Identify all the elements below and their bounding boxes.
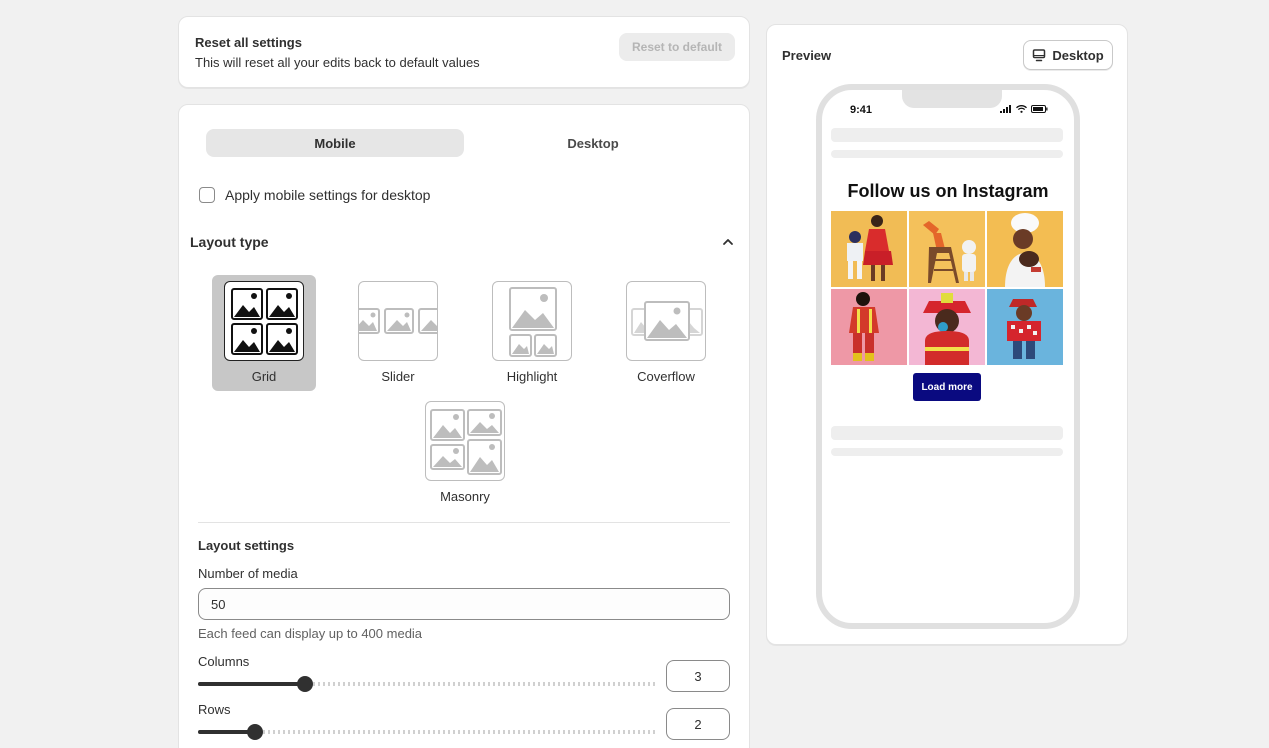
slider-layout-icon	[358, 281, 438, 361]
settings-card: Mobile Desktop Apply mobile settings for…	[178, 104, 750, 748]
reset-title: Reset all settings	[195, 35, 302, 50]
layout-option-label: Grid	[251, 369, 277, 384]
wifi-icon	[1016, 105, 1027, 113]
rows-label: Rows	[198, 702, 231, 717]
reset-description: This will reset all your edits back to d…	[195, 55, 480, 70]
instagram-media-grid	[831, 211, 1063, 365]
columns-value-field[interactable]: 3	[666, 660, 730, 692]
instagram-media-tile[interactable]	[909, 211, 985, 287]
phone-notch	[902, 90, 1002, 108]
columns-slider[interactable]	[198, 676, 658, 692]
grid-layout-icon	[224, 281, 304, 361]
layout-option-label: Slider	[381, 369, 415, 384]
tab-desktop[interactable]: Desktop	[464, 129, 722, 157]
coverflow-layout-icon	[626, 281, 706, 361]
number-of-media-input[interactable]	[198, 588, 730, 620]
instagram-media-tile[interactable]	[987, 211, 1063, 287]
layout-option-masonry[interactable]: Masonry	[413, 395, 517, 511]
apply-mobile-checkbox[interactable]	[199, 187, 215, 203]
preview-card: Preview Desktop 9:41 Follow us on Instag…	[766, 24, 1128, 645]
columns-slider-thumb[interactable]	[297, 676, 313, 692]
layout-option-coverflow[interactable]: Coverflow	[614, 275, 718, 391]
device-segmented-control: Mobile Desktop	[206, 129, 722, 157]
layout-option-grid[interactable]: Grid	[212, 275, 316, 391]
reset-to-default-button[interactable]: Reset to default	[619, 33, 735, 61]
number-of-media-help: Each feed can display up to 400 media	[198, 626, 423, 641]
phone-time: 9:41	[850, 104, 873, 116]
signal-icon	[1000, 105, 1011, 113]
apply-mobile-settings-row[interactable]: Apply mobile settings for desktop	[199, 187, 430, 203]
chevron-up-icon[interactable]	[721, 235, 735, 249]
layout-option-label: Masonry	[440, 489, 490, 504]
preview-device-button[interactable]: Desktop	[1023, 40, 1113, 70]
preview-title: Preview	[782, 48, 832, 63]
layout-option-slider[interactable]: Slider	[346, 275, 450, 391]
layout-option-label: Highlight	[506, 369, 558, 384]
rows-value-field[interactable]: 2	[666, 708, 730, 740]
placeholder-bar	[831, 150, 1063, 158]
instagram-feed-title: Follow us on Instagram	[847, 181, 1049, 201]
placeholder-bar	[831, 128, 1063, 142]
number-of-media-label: Number of media	[198, 566, 298, 581]
rows-slider-thumb[interactable]	[247, 724, 263, 740]
columns-label: Columns	[198, 654, 250, 669]
instagram-media-tile[interactable]	[987, 289, 1063, 365]
desktop-monitor-icon	[1033, 49, 1046, 62]
instagram-media-tile[interactable]	[909, 289, 985, 365]
battery-icon	[1031, 105, 1048, 113]
highlight-layout-icon	[492, 281, 572, 361]
rows-slider[interactable]	[198, 724, 658, 740]
masonry-layout-icon	[425, 401, 505, 481]
placeholder-bar	[831, 448, 1063, 456]
preview-device-label: Desktop	[1052, 47, 1104, 63]
layout-settings-heading: Layout settings	[198, 538, 295, 553]
apply-mobile-label: Apply mobile settings for desktop	[225, 187, 431, 203]
tab-mobile[interactable]: Mobile	[206, 129, 464, 157]
instagram-media-tile[interactable]	[831, 211, 907, 287]
instagram-media-tile[interactable]	[831, 289, 907, 365]
columns-slider-fill	[198, 682, 305, 686]
load-more-button[interactable]: Load more	[913, 373, 981, 401]
layout-type-heading: Layout type	[190, 234, 269, 250]
divider	[198, 522, 730, 523]
placeholder-bar	[831, 426, 1063, 440]
phone-status-icons	[1000, 105, 1048, 113]
phone-mockup: 9:41 Follow us on Instagram Load more	[816, 84, 1080, 629]
layout-option-label: Coverflow	[637, 369, 695, 384]
reset-card: Reset all settings This will reset all y…	[178, 16, 750, 88]
layout-option-highlight[interactable]: Highlight	[480, 275, 584, 391]
